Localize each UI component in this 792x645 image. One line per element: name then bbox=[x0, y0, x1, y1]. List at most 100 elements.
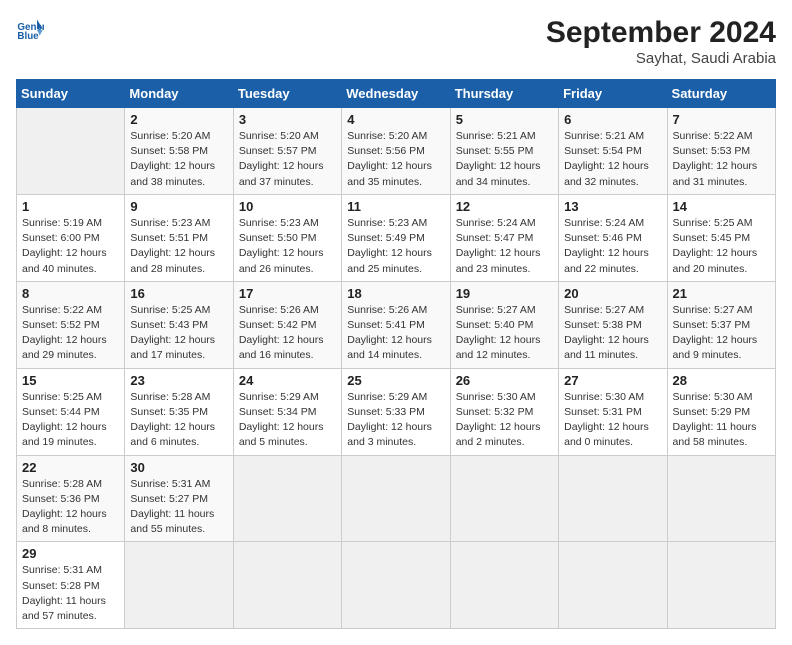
day-info: Sunrise: 5:22 AM Sunset: 5:53 PM Dayligh… bbox=[673, 129, 770, 190]
day-info: Sunrise: 5:31 AM Sunset: 5:28 PM Dayligh… bbox=[22, 563, 119, 624]
day-number: 16 bbox=[130, 286, 227, 301]
calendar-cell bbox=[342, 542, 450, 629]
calendar-cell: 12 Sunrise: 5:24 AM Sunset: 5:47 PM Dayli… bbox=[450, 194, 558, 281]
calendar-cell: 29 Sunrise: 5:31 AM Sunset: 5:28 PM Dayli… bbox=[17, 542, 125, 629]
calendar-cell: 9 Sunrise: 5:23 AM Sunset: 5:51 PM Daylig… bbox=[125, 194, 233, 281]
calendar-cell: 5 Sunrise: 5:21 AM Sunset: 5:55 PM Daylig… bbox=[450, 108, 558, 195]
calendar-cell: 15 Sunrise: 5:25 AM Sunset: 5:44 PM Dayli… bbox=[17, 368, 125, 455]
calendar-cell: 25 Sunrise: 5:29 AM Sunset: 5:33 PM Dayli… bbox=[342, 368, 450, 455]
weekday-header-monday: Monday bbox=[125, 80, 233, 108]
calendar-cell: 13 Sunrise: 5:24 AM Sunset: 5:46 PM Dayli… bbox=[559, 194, 667, 281]
day-number: 12 bbox=[456, 199, 553, 214]
day-number: 15 bbox=[22, 373, 119, 388]
day-number: 28 bbox=[673, 373, 770, 388]
day-info: Sunrise: 5:24 AM Sunset: 5:47 PM Dayligh… bbox=[456, 216, 553, 277]
day-number: 27 bbox=[564, 373, 661, 388]
calendar-week-row: 2Sunrise: 5:20 AM Sunset: 5:58 PM Daylig… bbox=[17, 108, 776, 195]
day-number: 10 bbox=[239, 199, 336, 214]
weekday-header-saturday: Saturday bbox=[667, 80, 775, 108]
calendar-cell bbox=[559, 455, 667, 542]
weekday-header-tuesday: Tuesday bbox=[233, 80, 341, 108]
calendar-cell: 3 Sunrise: 5:20 AM Sunset: 5:57 PM Daylig… bbox=[233, 108, 341, 195]
calendar-cell: 16 Sunrise: 5:25 AM Sunset: 5:43 PM Dayli… bbox=[125, 281, 233, 368]
day-info: Sunrise: 5:23 AM Sunset: 5:51 PM Dayligh… bbox=[130, 216, 227, 277]
day-number: 11 bbox=[347, 199, 444, 214]
calendar-cell bbox=[667, 455, 775, 542]
calendar-cell: 4 Sunrise: 5:20 AM Sunset: 5:56 PM Daylig… bbox=[342, 108, 450, 195]
day-info: Sunrise: 5:24 AM Sunset: 5:46 PM Dayligh… bbox=[564, 216, 661, 277]
weekday-header-friday: Friday bbox=[559, 80, 667, 108]
day-info: Sunrise: 5:29 AM Sunset: 5:33 PM Dayligh… bbox=[347, 390, 444, 451]
logo: General Blue bbox=[16, 16, 44, 44]
calendar-cell: 7 Sunrise: 5:22 AM Sunset: 5:53 PM Daylig… bbox=[667, 108, 775, 195]
calendar-cell bbox=[667, 542, 775, 629]
day-info: Sunrise: 5:25 AM Sunset: 5:45 PM Dayligh… bbox=[673, 216, 770, 277]
calendar-cell: 24 Sunrise: 5:29 AM Sunset: 5:34 PM Dayli… bbox=[233, 368, 341, 455]
day-info: Sunrise: 5:23 AM Sunset: 5:50 PM Dayligh… bbox=[239, 216, 336, 277]
day-number: 3 bbox=[239, 112, 336, 127]
day-number: 7 bbox=[673, 112, 770, 127]
day-number: 30 bbox=[130, 460, 227, 475]
day-info: Sunrise: 5:22 AM Sunset: 5:52 PM Dayligh… bbox=[22, 303, 119, 364]
calendar-cell: 11 Sunrise: 5:23 AM Sunset: 5:49 PM Dayli… bbox=[342, 194, 450, 281]
day-info: Sunrise: 5:30 AM Sunset: 5:31 PM Dayligh… bbox=[564, 390, 661, 451]
day-info: Sunrise: 5:30 AM Sunset: 5:32 PM Dayligh… bbox=[456, 390, 553, 451]
day-number: 24 bbox=[239, 373, 336, 388]
calendar-cell: 21 Sunrise: 5:27 AM Sunset: 5:37 PM Dayli… bbox=[667, 281, 775, 368]
day-number: 18 bbox=[347, 286, 444, 301]
calendar-week-row: 1Sunrise: 5:19 AM Sunset: 6:00 PM Daylig… bbox=[17, 194, 776, 281]
day-number: 29 bbox=[22, 546, 119, 561]
day-info: Sunrise: 5:25 AM Sunset: 5:43 PM Dayligh… bbox=[130, 303, 227, 364]
calendar-cell bbox=[233, 455, 341, 542]
calendar-cell: 22Sunrise: 5:28 AM Sunset: 5:36 PM Dayli… bbox=[17, 455, 125, 542]
day-number: 13 bbox=[564, 199, 661, 214]
weekday-header-thursday: Thursday bbox=[450, 80, 558, 108]
day-number: 25 bbox=[347, 373, 444, 388]
calendar-cell: 27 Sunrise: 5:30 AM Sunset: 5:31 PM Dayli… bbox=[559, 368, 667, 455]
day-info: Sunrise: 5:25 AM Sunset: 5:44 PM Dayligh… bbox=[22, 390, 119, 451]
calendar-cell: 17Sunrise: 5:26 AM Sunset: 5:42 PM Dayli… bbox=[233, 281, 341, 368]
location-subtitle: Sayhat, Saudi Arabia bbox=[546, 50, 776, 67]
day-info: Sunrise: 5:27 AM Sunset: 5:38 PM Dayligh… bbox=[564, 303, 661, 364]
calendar-cell: 23Sunrise: 5:28 AM Sunset: 5:35 PM Dayli… bbox=[125, 368, 233, 455]
calendar-cell bbox=[450, 542, 558, 629]
calendar-cell: 26Sunrise: 5:30 AM Sunset: 5:32 PM Dayli… bbox=[450, 368, 558, 455]
day-info: Sunrise: 5:28 AM Sunset: 5:35 PM Dayligh… bbox=[130, 390, 227, 451]
day-info: Sunrise: 5:31 AM Sunset: 5:27 PM Dayligh… bbox=[130, 477, 227, 538]
day-info: Sunrise: 5:21 AM Sunset: 5:55 PM Dayligh… bbox=[456, 129, 553, 190]
day-info: Sunrise: 5:20 AM Sunset: 5:58 PM Dayligh… bbox=[130, 129, 227, 190]
calendar-week-row: 15 Sunrise: 5:25 AM Sunset: 5:44 PM Dayli… bbox=[17, 368, 776, 455]
day-number: 4 bbox=[347, 112, 444, 127]
page-header: General Blue September 2024 Sayhat, Saud… bbox=[16, 16, 776, 67]
day-info: Sunrise: 5:29 AM Sunset: 5:34 PM Dayligh… bbox=[239, 390, 336, 451]
calendar-cell: 10 Sunrise: 5:23 AM Sunset: 5:50 PM Dayli… bbox=[233, 194, 341, 281]
day-number: 21 bbox=[673, 286, 770, 301]
calendar-cell: 2Sunrise: 5:20 AM Sunset: 5:58 PM Daylig… bbox=[125, 108, 233, 195]
weekday-header-sunday: Sunday bbox=[17, 80, 125, 108]
calendar-week-row: 22Sunrise: 5:28 AM Sunset: 5:36 PM Dayli… bbox=[17, 455, 776, 542]
day-info: Sunrise: 5:23 AM Sunset: 5:49 PM Dayligh… bbox=[347, 216, 444, 277]
day-info: Sunrise: 5:19 AM Sunset: 6:00 PM Dayligh… bbox=[22, 216, 119, 277]
day-number: 14 bbox=[673, 199, 770, 214]
calendar-cell: 28Sunrise: 5:30 AM Sunset: 5:29 PM Dayli… bbox=[667, 368, 775, 455]
day-number: 22 bbox=[22, 460, 119, 475]
calendar-cell bbox=[125, 542, 233, 629]
day-number: 17 bbox=[239, 286, 336, 301]
month-title: September 2024 bbox=[546, 16, 776, 50]
day-info: Sunrise: 5:20 AM Sunset: 5:56 PM Dayligh… bbox=[347, 129, 444, 190]
day-info: Sunrise: 5:26 AM Sunset: 5:41 PM Dayligh… bbox=[347, 303, 444, 364]
day-number: 9 bbox=[130, 199, 227, 214]
title-block: September 2024 Sayhat, Saudi Arabia bbox=[546, 16, 776, 67]
day-info: Sunrise: 5:27 AM Sunset: 5:37 PM Dayligh… bbox=[673, 303, 770, 364]
calendar-cell: 19Sunrise: 5:27 AM Sunset: 5:40 PM Dayli… bbox=[450, 281, 558, 368]
weekday-header-row: SundayMondayTuesdayWednesdayThursdayFrid… bbox=[17, 80, 776, 108]
calendar-cell: 18 Sunrise: 5:26 AM Sunset: 5:41 PM Dayli… bbox=[342, 281, 450, 368]
calendar-cell: 1Sunrise: 5:19 AM Sunset: 6:00 PM Daylig… bbox=[17, 194, 125, 281]
day-number: 5 bbox=[456, 112, 553, 127]
day-info: Sunrise: 5:20 AM Sunset: 5:57 PM Dayligh… bbox=[239, 129, 336, 190]
calendar-cell bbox=[17, 108, 125, 195]
day-number: 8 bbox=[22, 286, 119, 301]
calendar-cell bbox=[559, 542, 667, 629]
calendar-week-row: 8 Sunrise: 5:22 AM Sunset: 5:52 PM Daylig… bbox=[17, 281, 776, 368]
calendar-cell: 30 Sunrise: 5:31 AM Sunset: 5:27 PM Dayli… bbox=[125, 455, 233, 542]
